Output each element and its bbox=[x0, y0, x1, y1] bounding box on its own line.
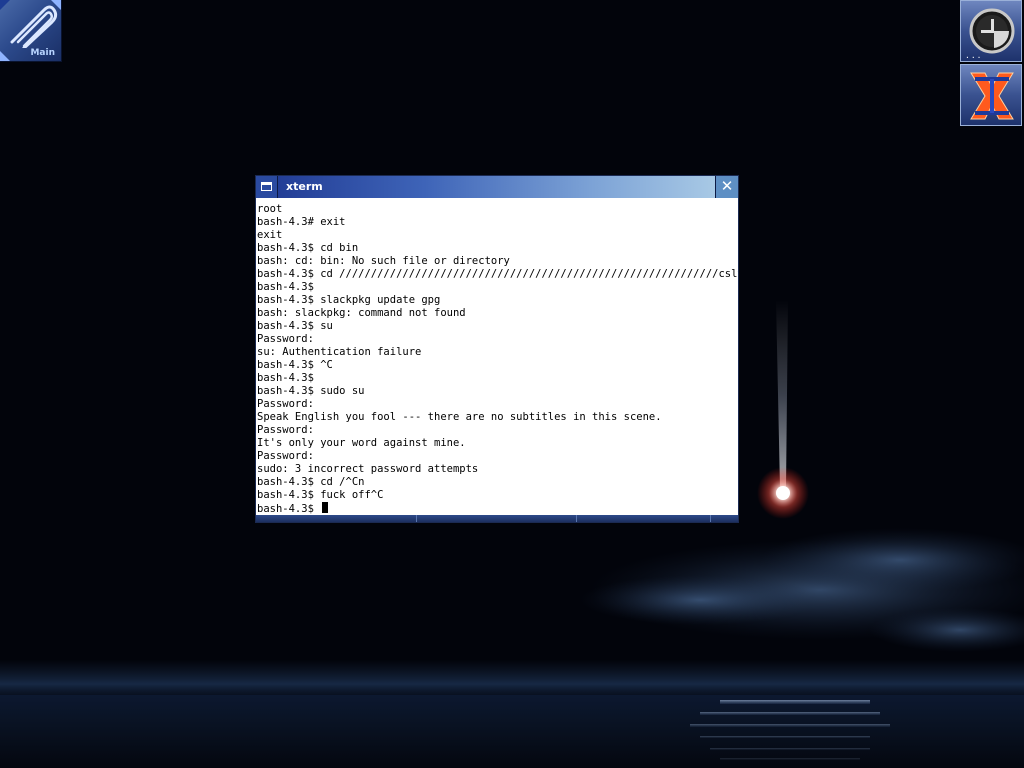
terminal-line: bash-4.3$ cd bin bbox=[257, 242, 359, 254]
terminal-line: bash: cd: bin: No such file or directory bbox=[257, 255, 510, 267]
terminal-lines: root bash-4.3# exit exit bash-4.3$ cd bin ba… bbox=[257, 203, 738, 515]
close-button[interactable]: ✕ bbox=[715, 176, 738, 198]
terminal-line: Password: bbox=[257, 333, 314, 345]
xterm-window[interactable]: xterm ✕ root bash-4.3# exit exit bash-4.3$ … bbox=[255, 175, 739, 523]
main-menu-tile[interactable]: Main bbox=[0, 0, 62, 62]
terminal-line: bash-4.3$ cd ///////////////////////////… bbox=[257, 268, 738, 280]
window-menu-icon bbox=[261, 182, 272, 191]
main-tile-label: Main bbox=[30, 48, 55, 58]
border-segment bbox=[710, 515, 711, 522]
terminal-prompt: bash-4.3$ bbox=[257, 503, 321, 515]
border-segment bbox=[416, 515, 417, 522]
terminal-line: bash: slackpkg: command not found bbox=[257, 307, 466, 319]
terminal-prompt-line[interactable]: bash-4.3$ bbox=[257, 502, 738, 515]
terminal-output[interactable]: root bash-4.3# exit exit bash-4.3$ cd bin ba… bbox=[256, 199, 738, 515]
paperclip-icon bbox=[10, 5, 58, 48]
terminal-line: bash-4.3$ bbox=[257, 372, 314, 384]
terminal-line: bash-4.3$ su bbox=[257, 320, 333, 332]
x-logo-icon bbox=[970, 72, 1014, 120]
x-dock-tile[interactable] bbox=[960, 64, 1022, 126]
terminal-line: root bbox=[257, 203, 283, 215]
terminal-cursor bbox=[322, 502, 329, 513]
window-bottom-border bbox=[256, 515, 738, 522]
terminal-line: su: Authentication failure bbox=[257, 346, 422, 358]
desktop: Main ... xterm ✕ root bash-4.3# exit exi… bbox=[0, 0, 1024, 768]
terminal-line: bash-4.3$ sudo su bbox=[257, 385, 365, 397]
clock-tile-dots: ... bbox=[965, 51, 983, 60]
border-segment bbox=[576, 515, 577, 522]
terminal-line: sudo: 3 incorrect password attempts bbox=[257, 463, 479, 475]
terminal-line: Password: bbox=[257, 398, 314, 410]
terminal-line: bash-4.3$ slackpkg update gpg bbox=[257, 294, 441, 306]
terminal-line: Speak English you fool --- there are no … bbox=[257, 411, 662, 423]
terminal-line: bash-4.3$ cd /^Cn bbox=[257, 476, 365, 488]
tile-corner-decoration bbox=[0, 51, 10, 61]
terminal-line: Password: bbox=[257, 450, 314, 462]
terminal-line: bash-4.3$ bbox=[257, 281, 314, 293]
terminal-line: bash-4.3$ ^C bbox=[257, 359, 333, 371]
terminal-line: exit bbox=[257, 229, 283, 241]
terminal-line: Password: bbox=[257, 424, 314, 436]
window-menu-button[interactable] bbox=[256, 176, 278, 198]
clock-dock-tile[interactable]: ... bbox=[960, 0, 1022, 62]
window-title: xterm bbox=[286, 180, 323, 193]
terminal-line: bash-4.3$ fuck off^C bbox=[257, 489, 384, 501]
window-titlebar[interactable]: xterm ✕ bbox=[256, 176, 738, 198]
terminal-line: bash-4.3# exit bbox=[257, 216, 346, 228]
terminal-line: It's only your word against mine. bbox=[257, 437, 466, 449]
